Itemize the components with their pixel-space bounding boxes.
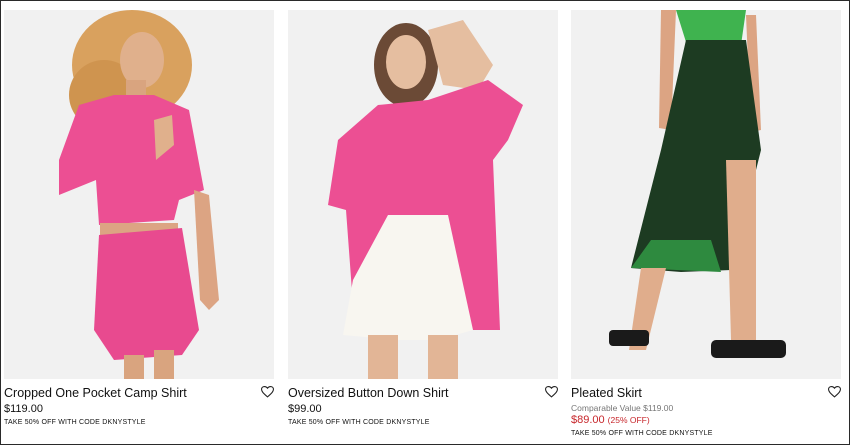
sale-percent: (25% OFF) [607, 415, 650, 425]
product-price: $99.00 [288, 403, 322, 415]
product-price: $119.00 [4, 403, 43, 415]
product-name[interactable]: Cropped One Pocket Camp Shirt [4, 386, 274, 401]
promo-text: TAKE 50% OFF WITH CODE DKNYSTYLE [571, 430, 713, 437]
product-grid: Cropped One Pocket Camp Shirt $119.00 TA… [0, 0, 850, 445]
heart-outline-icon[interactable] [260, 385, 275, 398]
product-image[interactable] [4, 10, 274, 379]
product-image[interactable] [288, 10, 558, 379]
promo-text: TAKE 50% OFF WITH CODE DKNYSTYLE [4, 419, 146, 426]
comparable-value: Comparable Value $119.00 [571, 403, 674, 413]
sale-price-row: $89.00 (25% OFF) [571, 414, 841, 427]
product-image[interactable] [571, 10, 841, 379]
product-card[interactable]: Cropped One Pocket Camp Shirt $119.00 TA… [4, 10, 275, 428]
product-name[interactable]: Oversized Button Down Shirt [288, 386, 558, 401]
heart-outline-icon[interactable] [544, 385, 559, 398]
product-card[interactable]: Pleated Skirt Comparable Value $119.00 $… [571, 10, 842, 439]
product-card[interactable]: Oversized Button Down Shirt $99.00 TAKE … [288, 10, 559, 428]
sale-price: $89.00 [571, 414, 605, 426]
promo-text: TAKE 50% OFF WITH CODE DKNYSTYLE [288, 419, 430, 426]
product-name[interactable]: Pleated Skirt [571, 386, 841, 401]
heart-outline-icon[interactable] [827, 385, 842, 398]
